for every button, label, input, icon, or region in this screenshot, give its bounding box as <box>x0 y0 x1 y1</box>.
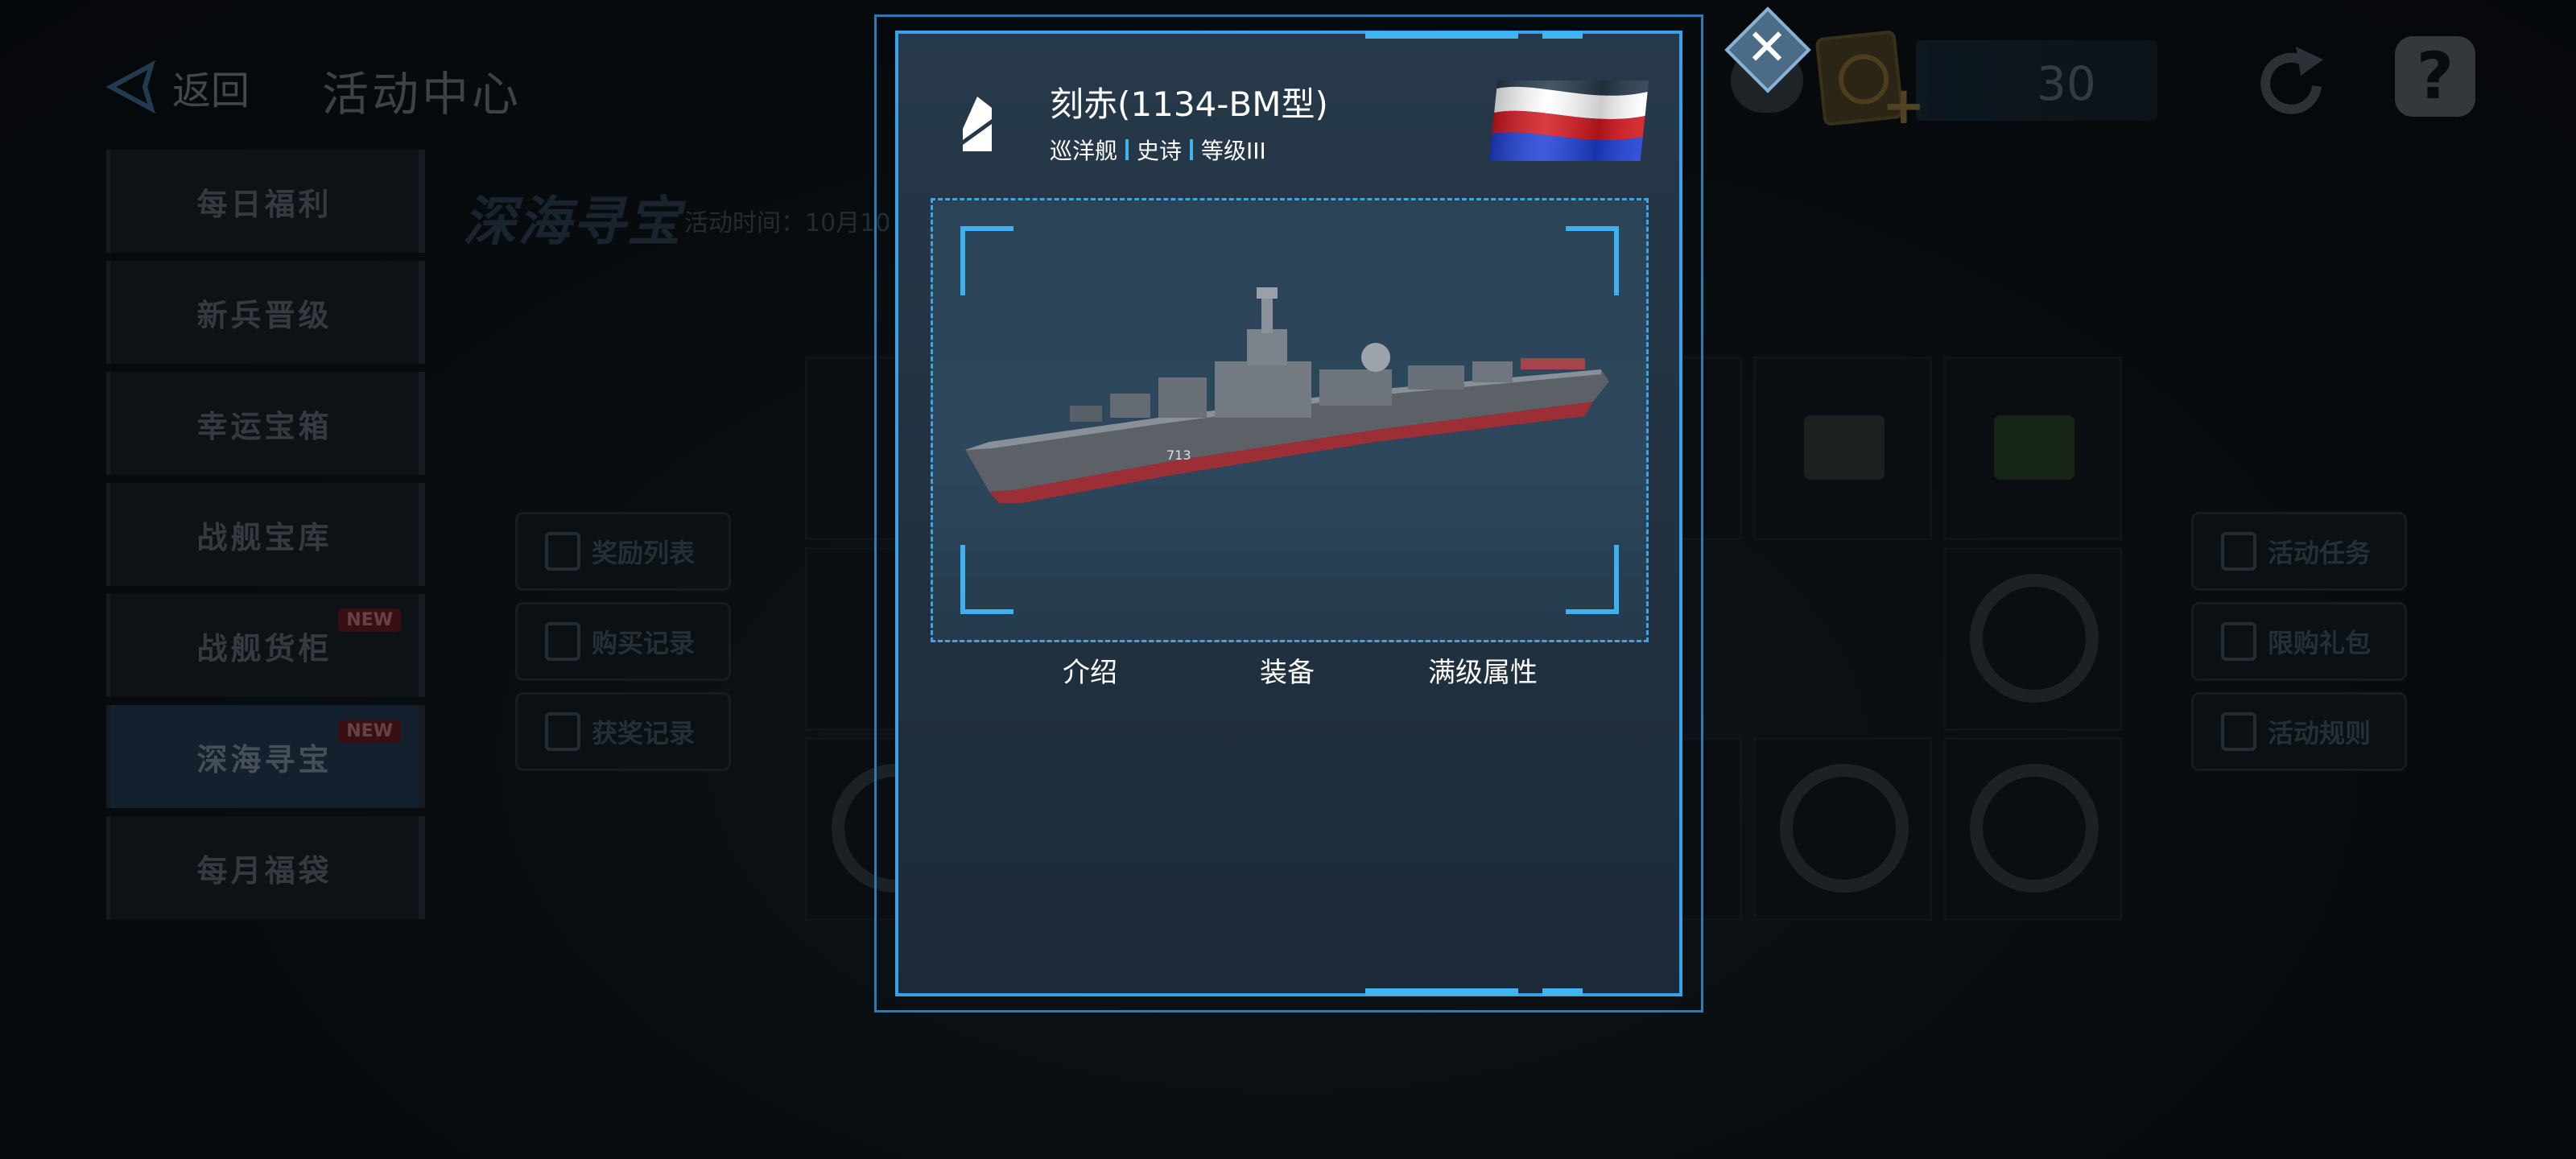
button-label: 活动规则 <box>2268 718 2372 749</box>
event-time: 活动时间：10月10 <box>684 209 891 237</box>
button-label: 活动任务 <box>2268 538 2372 568</box>
chest-icon <box>1994 415 2074 480</box>
chest-icon <box>1804 415 1885 480</box>
sidebar-item-monthly-lucky-bag[interactable]: 每月福袋 <box>106 816 425 919</box>
reward-slot[interactable] <box>1943 357 2122 540</box>
sidebar-item-label: 战舰货柜 <box>196 630 332 666</box>
frame-decoration <box>1542 31 1583 39</box>
close-button[interactable]: ✕ <box>1723 5 1811 93</box>
calendar-icon <box>545 712 580 751</box>
tier-tag: 等级III <box>1201 138 1266 164</box>
svg-text:713: 713 <box>1166 448 1191 463</box>
prize-record-button[interactable]: 获奖记录 <box>515 692 731 771</box>
page-title: 活动中心 <box>322 67 522 122</box>
sidebar-item-lucky-chest[interactable]: 幸运宝箱 <box>106 372 425 475</box>
game-screen: 返回 活动中心 + 30 ? 每日福利 新兵晋级 幸运宝箱 战舰宝库 战舰货柜 … <box>0 0 2576 1159</box>
reward-slot[interactable] <box>1753 357 1932 540</box>
button-label: 购买记录 <box>592 628 696 658</box>
ship-preview: 713 <box>931 198 1649 642</box>
limited-pack-button[interactable]: 限购礼包 <box>2191 602 2407 681</box>
back-button[interactable]: 返回 <box>105 55 250 119</box>
sidebar-item-deep-sea-treasure[interactable]: 深海寻宝 NEW <box>106 705 425 808</box>
gift-icon <box>2221 622 2256 661</box>
ship-name: 刻赤(1134-BM型) <box>1050 85 1328 124</box>
button-label: 限购礼包 <box>2268 628 2372 658</box>
checklist-icon <box>2221 532 2256 571</box>
refresh-icon[interactable] <box>2254 42 2331 122</box>
sidebar-item-label: 每日福利 <box>196 186 332 222</box>
sidebar-item-label: 新兵晋级 <box>196 297 332 333</box>
sidebar-item-label: 每月福袋 <box>196 852 332 889</box>
event-title: 深海寻宝 <box>463 191 682 253</box>
wrench-icon <box>1970 574 2099 703</box>
activity-sidebar: 每日福利 新兵晋级 幸运宝箱 战舰宝库 战舰货柜 NEW 深海寻宝 NEW 每月… <box>106 150 428 927</box>
back-arrow-icon <box>105 60 155 114</box>
preview-corner <box>1566 545 1619 614</box>
help-icon[interactable]: ? <box>2395 36 2475 117</box>
target-icon <box>1780 764 1909 893</box>
tab-introduction[interactable]: 介绍 <box>1063 650 1117 690</box>
russia-flag-icon <box>1488 80 1649 161</box>
reward-slot[interactable] <box>1753 737 1932 921</box>
event-rules-button[interactable]: 活动规则 <box>2191 692 2407 771</box>
receipt-icon <box>545 622 580 661</box>
left-button-group: 奖励列表 购买记录 获奖记录 <box>515 512 731 782</box>
sidebar-item-label: 战舰宝库 <box>196 519 332 555</box>
reward-slot[interactable] <box>1943 547 2122 731</box>
sidebar-item-warship-container[interactable]: 战舰货柜 NEW <box>106 594 425 697</box>
frame-decoration <box>1365 31 1518 39</box>
reward-list-button[interactable]: 奖励列表 <box>515 512 731 591</box>
sidebar-item-label: 深海寻宝 <box>196 741 332 777</box>
gift-percent-icon <box>545 532 580 571</box>
cruiser-class-icon <box>963 97 992 151</box>
resource-count: 30 <box>2037 56 2096 111</box>
ship-tags: 巡洋舰 史诗 等级III <box>1050 134 1266 166</box>
event-tasks-button[interactable]: 活动任务 <box>2191 512 2407 591</box>
back-label: 返回 <box>172 68 250 113</box>
add-resource-button[interactable]: + <box>1882 76 1926 136</box>
tag-divider <box>1190 139 1194 160</box>
right-button-group: 活动任务 限购礼包 活动规则 <box>2191 512 2407 782</box>
button-label: 获奖记录 <box>592 718 696 749</box>
purchase-record-button[interactable]: 购买记录 <box>515 602 731 681</box>
preview-corner <box>960 545 1013 614</box>
close-icon: ✕ <box>1746 18 1788 76</box>
tag-divider <box>1125 139 1129 160</box>
sidebar-item-label: 幸运宝箱 <box>196 408 332 444</box>
sidebar-item-warship-vault[interactable]: 战舰宝库 <box>106 483 425 586</box>
document-icon <box>2221 712 2256 751</box>
sidebar-item-recruit-promotion[interactable]: 新兵晋级 <box>106 261 425 364</box>
reward-slot[interactable] <box>1943 737 2122 921</box>
ship-type-tag: 巡洋舰 <box>1050 138 1118 164</box>
tab-max-level-stats[interactable]: 满级属性 <box>1428 650 1538 690</box>
new-badge: NEW <box>338 608 401 632</box>
ship-model-image: 713 <box>965 287 1609 503</box>
wrench-icon <box>1970 764 2099 893</box>
new-badge: NEW <box>338 720 401 743</box>
tab-equipment[interactable]: 装备 <box>1260 650 1315 690</box>
sidebar-item-daily-benefits[interactable]: 每日福利 <box>106 150 425 253</box>
frame-decoration <box>1542 988 1583 996</box>
rarity-tag: 史诗 <box>1137 138 1183 164</box>
frame-decoration <box>1365 988 1518 996</box>
button-label: 奖励列表 <box>592 538 696 568</box>
